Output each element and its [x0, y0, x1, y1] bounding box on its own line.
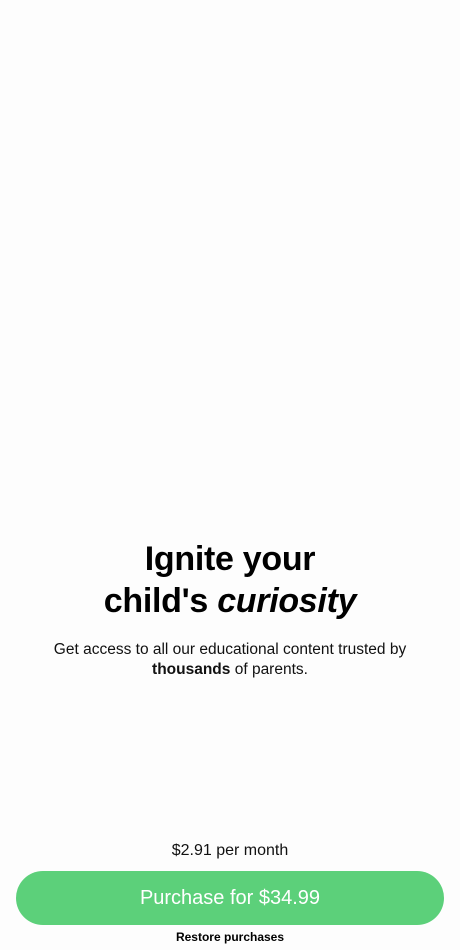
- subtitle-part-1: Get access to all our educational conten…: [53, 641, 407, 658]
- restore-purchases-link[interactable]: Restore purchases: [0, 929, 460, 945]
- paywall-screen: Ignite your child's curiosity Get access…: [0, 0, 460, 950]
- hero-area: [0, 0, 460, 520]
- headline-emphasis: curiosity: [217, 582, 357, 620]
- headline-line-2-prefix: child's: [103, 582, 218, 620]
- subtitle-emphasis: thousands: [152, 661, 231, 678]
- headline-line-2: child's curiosity: [0, 580, 460, 622]
- headline: Ignite your child's curiosity: [0, 538, 460, 622]
- monthly-price-note: $2.91 per month: [171, 842, 289, 859]
- headline-line-1: Ignite your: [144, 540, 316, 578]
- subtitle: Get access to all our educational conten…: [30, 640, 430, 680]
- purchase-button[interactable]: Purchase for $34.99: [16, 871, 444, 925]
- subtitle-part-2: of parents.: [230, 661, 308, 678]
